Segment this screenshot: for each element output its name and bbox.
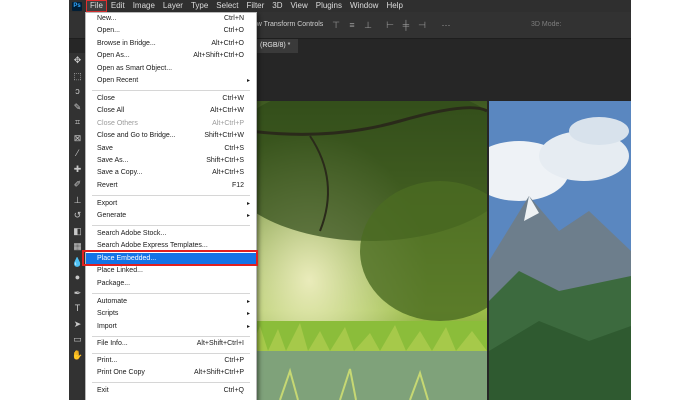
- distribute-icon[interactable]: ⋯: [441, 20, 451, 30]
- align-top-icon[interactable]: ⊤: [331, 20, 341, 30]
- menu-item-open-recent[interactable]: Open Recent ▸: [86, 75, 256, 87]
- eyedropper-tool-icon[interactable]: ⁄: [69, 146, 86, 162]
- submenu-arrow-icon: ▸: [246, 311, 250, 318]
- menu-separator: [92, 382, 250, 383]
- path-selection-tool-icon[interactable]: ➤: [69, 317, 86, 333]
- menu-item-automate[interactable]: Automate ▸: [86, 296, 256, 308]
- menu-item-file-info[interactable]: File Info... Alt+Shift+Ctrl+I: [86, 338, 256, 350]
- place-embedded-highlight-box: [82, 250, 258, 266]
- menu-item-close[interactable]: Close Ctrl+W: [86, 93, 256, 105]
- align-bottom-icon[interactable]: ⊥: [363, 20, 373, 30]
- menu-item-close-and-go-to-bridge[interactable]: Close and Go to Bridge... Shift+Ctrl+W: [86, 130, 256, 142]
- mountain-image: [489, 101, 631, 400]
- menu-item-revert[interactable]: Revert F12: [86, 180, 256, 192]
- menu-item-export[interactable]: Export ▸: [86, 198, 256, 210]
- marquee-tool-icon[interactable]: ⬚: [69, 69, 86, 85]
- align-right-icon[interactable]: ⊣: [417, 20, 427, 30]
- eraser-tool-icon[interactable]: ◧: [69, 224, 86, 240]
- move-tool-icon[interactable]: ✥: [69, 53, 86, 69]
- menu-help[interactable]: Help: [382, 0, 406, 12]
- submenu-arrow-icon: ▸: [246, 78, 250, 84]
- menu-item-open-as[interactable]: Open As... Alt+Shift+Ctrl+O: [86, 50, 256, 62]
- healing-brush-tool-icon[interactable]: ✚: [69, 162, 86, 178]
- quick-select-tool-icon[interactable]: ✎: [69, 100, 86, 116]
- submenu-arrow-icon: ▸: [246, 323, 250, 330]
- menu-item-save[interactable]: Save Ctrl+S: [86, 143, 256, 155]
- menu-item-save-as[interactable]: Save As... Shift+Ctrl+S: [86, 155, 256, 167]
- dodge-tool-icon[interactable]: ●: [69, 270, 86, 286]
- file-menu-dropdown: New... Ctrl+N Open... Ctrl+O Browse in Bri…: [85, 12, 257, 400]
- type-tool-icon[interactable]: T: [69, 301, 86, 317]
- frame-tool-icon[interactable]: ⊠: [69, 131, 86, 147]
- menu-item-browse-in-bridge[interactable]: Browse in Bridge... Alt+Ctrl+O: [86, 38, 256, 50]
- menu-item-open-as-smart-object[interactable]: Open as Smart Object...: [86, 63, 256, 75]
- document-tab[interactable]: (RGB/8) *: [252, 39, 299, 53]
- menu-view[interactable]: View: [287, 0, 312, 12]
- menu-item-new[interactable]: New... Ctrl+N: [86, 13, 256, 25]
- photoshop-logo: Ps: [72, 1, 82, 11]
- align-middle-icon[interactable]: ≡: [347, 20, 357, 30]
- menu-select[interactable]: Select: [212, 0, 242, 12]
- menu-type[interactable]: Type: [187, 0, 212, 12]
- stamp-tool-icon[interactable]: ⊥: [69, 193, 86, 209]
- menu-separator: [92, 225, 250, 226]
- menu-item-print-one-copy[interactable]: Print One Copy Alt+Shift+Ctrl+P: [86, 367, 256, 379]
- crop-tool-icon[interactable]: ⌗: [69, 115, 86, 131]
- align-center-icon[interactable]: ╪: [401, 20, 411, 30]
- menu-layer[interactable]: Layer: [159, 0, 187, 12]
- align-left-icon[interactable]: ⊢: [385, 20, 395, 30]
- menu-separator: [92, 335, 250, 337]
- submenu-arrow-icon: ▸: [246, 201, 250, 207]
- pen-tool-icon[interactable]: ✒: [69, 286, 86, 302]
- submenu-arrow-icon: ▸: [246, 299, 250, 305]
- menu-item-package[interactable]: Package...: [86, 278, 256, 290]
- menu-item-print[interactable]: Print... Ctrl+P: [86, 355, 256, 367]
- menu-item-place-linked[interactable]: Place Linked...: [86, 265, 256, 277]
- menu-separator: [92, 352, 250, 354]
- brush-tool-icon[interactable]: ✐: [69, 177, 86, 193]
- menu-image[interactable]: Image: [129, 0, 159, 12]
- history-brush-tool-icon[interactable]: ↺: [69, 208, 86, 224]
- menu-item-save-a-copy[interactable]: Save a Copy... Alt+Ctrl+S: [86, 167, 256, 179]
- menu-item-import[interactable]: Import ▸: [86, 321, 256, 333]
- menu-item-close-others: Close Others Alt+Ctrl+P: [97, 119, 244, 127]
- lasso-tool-icon[interactable]: ↄ: [69, 84, 86, 100]
- show-transform-controls-label[interactable]: how Transform Controls: [249, 21, 323, 28]
- menu-item-open[interactable]: Open... Ctrl+O: [86, 25, 256, 37]
- menu-separator: [92, 89, 250, 91]
- menu-edit[interactable]: Edit: [107, 0, 129, 12]
- rectangle-tool-icon[interactable]: ▭: [69, 332, 86, 348]
- menu-item-generate[interactable]: Generate ▸: [86, 210, 256, 222]
- menu-window[interactable]: Window: [346, 0, 382, 12]
- 3d-mode-label: 3D Mode:: [531, 21, 562, 28]
- menu-item-close-all[interactable]: Close All Alt+Ctrl+W: [86, 105, 256, 117]
- menu-item-exit[interactable]: Exit Ctrl+Q: [86, 385, 256, 397]
- menu-separator: [92, 194, 250, 196]
- menu-filter[interactable]: Filter: [243, 0, 269, 12]
- photoshop-window: Ps File Edit Image Layer Type Select Fil…: [69, 0, 631, 400]
- menu-item-search-adobe-stock[interactable]: Search Adobe Stock...: [86, 228, 256, 240]
- menu-item-scripts[interactable]: Scripts ▸: [86, 308, 256, 320]
- menu-3d[interactable]: 3D: [268, 0, 286, 12]
- menu-bar: Ps File Edit Image Layer Type Select Fil…: [69, 0, 631, 12]
- menu-file[interactable]: File: [86, 0, 107, 12]
- submenu-arrow-icon: ▸: [246, 213, 250, 220]
- menu-plugins[interactable]: Plugins: [312, 0, 346, 12]
- menu-separator: [92, 292, 250, 294]
- hand-tool-icon[interactable]: ✋: [69, 348, 86, 364]
- forest-lake-image: [250, 101, 487, 400]
